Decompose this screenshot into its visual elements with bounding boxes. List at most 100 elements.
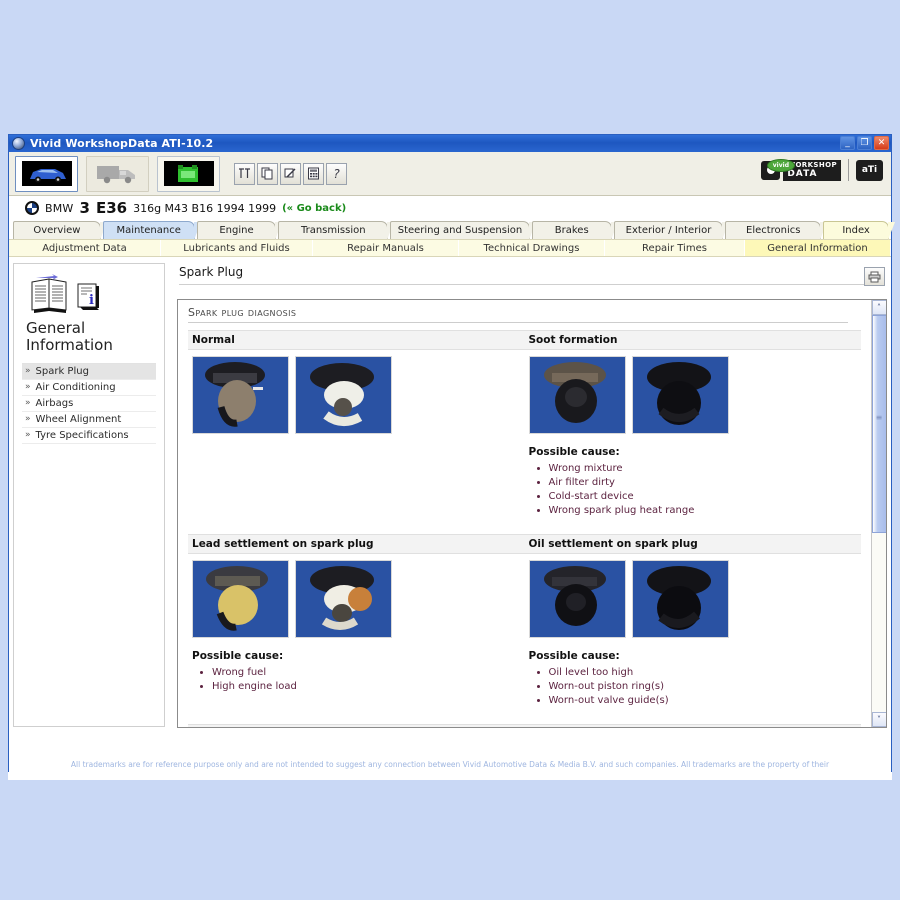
tab-overview[interactable]: Overview [13,221,107,240]
machine-mode-tab[interactable] [157,155,220,192]
data-word: DATA [783,169,841,181]
pen-edit-button[interactable] [280,162,301,185]
photo-group [192,560,525,638]
grey-truck-icon [93,161,143,186]
spark-plug-soot-2 [631,356,729,434]
chevron-right-icon: » [25,382,31,392]
spark-plug-normal-2 [295,356,392,434]
subtab-general-information[interactable]: General Information [745,240,891,256]
section-header-row: Ash settlement on spark plug Worn middle… [188,724,861,727]
subtab-label: Technical Drawings [483,242,580,254]
possible-cause-list: Wrong fuelHigh engine load [212,666,525,694]
sidebar-item-spark-plug[interactable]: » Spark Plug [22,363,156,380]
tab-engine[interactable]: Engine [196,221,283,240]
sidebar-item-wheel-alignment[interactable]: » Wheel Alignment [22,412,156,428]
vehicle-chassis: E36 [95,199,128,217]
printer-icon[interactable] [864,267,885,286]
tab-label: Engine [219,225,254,236]
bmw-logo-icon [25,201,39,215]
tab-index[interactable]: Index [823,221,895,240]
vertical-scrollbar[interactable]: ˄ ˅ [871,300,886,727]
close-button[interactable]: ✕ [874,136,889,150]
sub-tab-row: Adjustment Data Lubricants and Fluids Re… [9,239,891,257]
cell-oil-settlement: Possible cause: Oil level too highWorn-o… [525,554,862,708]
help-button[interactable]: ? [326,162,347,185]
calculator-button[interactable] [303,162,324,185]
subtab-repair-manuals[interactable]: Repair Manuals [313,240,459,256]
cause-item: High engine load [212,680,525,694]
cause-item: Wrong spark plug heat range [549,504,862,518]
cause-item: Air filter dirty [549,476,862,490]
window-title: Vivid WorkshopData ATI-10.2 [30,137,214,150]
tab-brakes[interactable]: Brakes [531,221,618,240]
cause-item: Oil level too high [549,666,862,680]
tab-label: Exterior / Interior [625,225,712,236]
possible-cause-label: Possible cause: [528,650,620,662]
scroll-track[interactable] [871,315,886,712]
title-bar: Vivid WorkshopData ATI-10.2 _ ❐ ✕ [9,135,891,152]
tab-steering-suspension[interactable]: Steering and Suspension [390,221,536,240]
cell-normal [188,350,525,518]
spark-plug-lead-2 [295,560,392,638]
section-heading-oil-settlement: Oil settlement on spark plug [528,538,698,550]
window-controls: _ ❐ ✕ [840,136,889,150]
document-heading: Spark plug diagnosis [188,306,848,323]
tab-label: Electronics [746,225,801,236]
scroll-thumb[interactable] [871,315,886,534]
sidebar-item-label: Airbags [35,397,74,409]
tab-label: Overview [33,225,81,236]
subtab-technical-drawings[interactable]: Technical Drawings [459,240,605,256]
go-back-link[interactable]: (« Go back) [282,203,346,214]
subtab-label: Lubricants and Fluids [183,242,290,254]
tab-maintenance[interactable]: Maintenance [102,221,201,240]
subtab-repair-times[interactable]: Repair Times [605,240,745,256]
sidebar-item-air-conditioning[interactable]: » Air Conditioning [22,380,156,396]
main-tab-row: Overview Maintenance Engine Transmission… [9,220,895,240]
sidebar-item-label: Tyre Specifications [35,429,129,441]
footer-disclaimer: All trademarks are for reference purpose… [70,760,830,769]
subtab-lubricants-fluids[interactable]: Lubricants and Fluids [161,240,313,256]
vehicle-info-bar: BMW 3 E36 316g M43 B16 1994 1999 (« Go b… [9,196,891,220]
workshop-data-logo: vivid WORKSHOP DATA [761,158,841,181]
document-frame: Spark plug diagnosis Normal Soot formati… [177,299,887,728]
possible-cause-label: Possible cause: [528,446,620,458]
photo-group [528,560,862,638]
sidebar-item-list: » Spark Plug » Air Conditioning » Airbag… [22,362,156,444]
tab-label: Transmission [300,225,366,236]
content-panel: Spark Plug Spark plug diagnosis Normal S… [171,263,887,728]
minimize-button[interactable]: _ [840,136,855,150]
application-window: Vivid WorkshopData ATI-10.2 _ ❐ ✕ ? vivi… [8,134,895,779]
tab-electronics[interactable]: Electronics [725,221,827,240]
vehicle-make: BMW [45,201,74,215]
scroll-up-button[interactable]: ˄ [871,300,886,315]
adjustment-tool-button[interactable] [234,162,255,185]
svg-text:i: i [89,293,94,308]
section-heading-lead-settlement: Lead settlement on spark plug [192,538,374,550]
car-mode-tab[interactable] [15,155,78,192]
section-body-row: Possible cause: Wrong fuelHigh engine lo… [188,554,861,708]
truck-mode-tab[interactable] [86,155,149,192]
tab-exterior-interior[interactable]: Exterior / Interior [613,221,730,240]
subtab-label: Repair Manuals [347,242,424,254]
subtab-adjustment-data[interactable]: Adjustment Data [9,240,161,256]
maximize-button[interactable]: ❐ [857,136,872,150]
chevron-right-icon: » [25,366,31,376]
spark-plug-normal-1 [192,356,289,434]
cause-item: Wrong fuel [212,666,525,680]
section-heading-soot-formation: Soot formation [528,334,618,346]
sidebar-item-airbags[interactable]: » Airbags [22,396,156,412]
footer-band [8,772,892,780]
possible-cause-list: Wrong mixtureAir filter dirtyCold-start … [549,462,862,518]
chevron-right-icon: » [25,430,31,440]
photo-group [192,356,525,434]
sidebar-item-tyre-specifications[interactable]: » Tyre Specifications [22,428,156,444]
chevron-right-icon: » [25,398,31,408]
blue-car-icon [21,161,72,186]
vivid-oval-badge: vivid [766,158,795,172]
photo-group [528,356,862,434]
sidebar-item-label: Wheel Alignment [35,413,122,425]
copy-pages-button[interactable] [257,162,278,185]
tab-transmission[interactable]: Transmission [278,221,394,240]
scroll-down-button[interactable]: ˅ [871,712,886,727]
cause-item: Cold-start device [549,490,862,504]
